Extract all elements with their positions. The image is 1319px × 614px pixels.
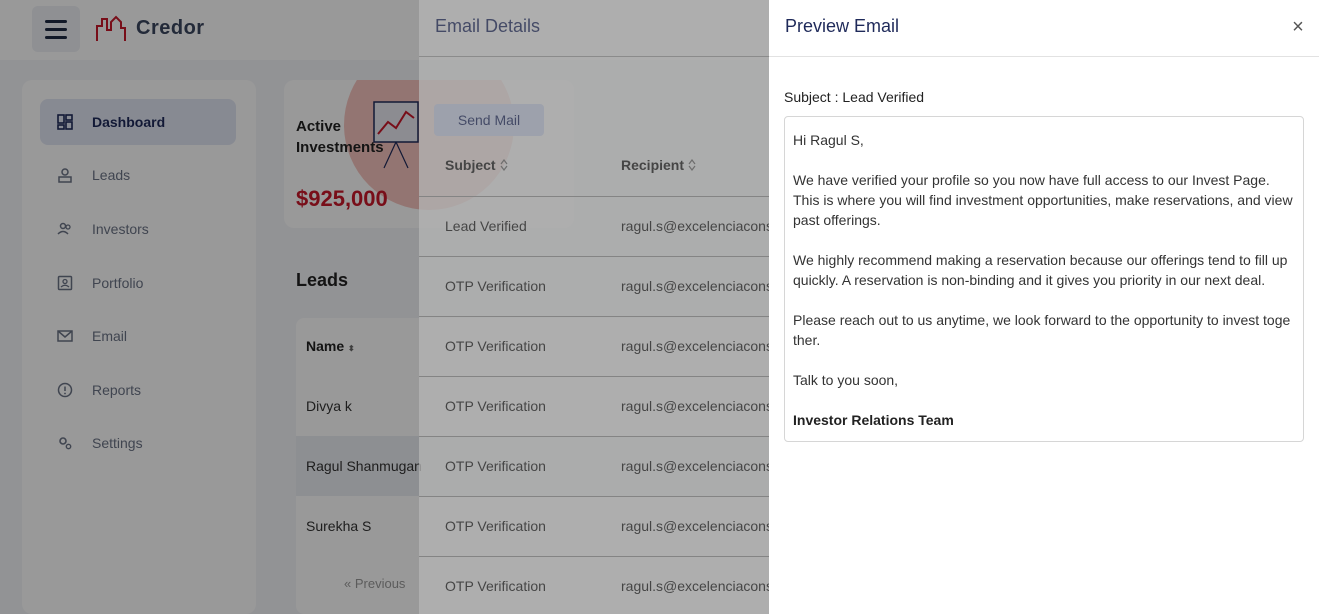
- email-closing: Talk to you soon,: [793, 372, 899, 388]
- email-signature: Investor Relations Team: [793, 412, 954, 428]
- email-paragraph: We have verified your profile so you now…: [793, 172, 1293, 228]
- email-subject-line: Subject : Lead Verified: [784, 89, 925, 105]
- close-icon[interactable]: ×: [1287, 16, 1309, 38]
- email-body: Hi Ragul S, We have verified your profil…: [784, 116, 1304, 442]
- email-details-panel: Email Details Send Mail Subject Recipien…: [419, 0, 773, 614]
- email-greeting: Hi Ragul S,: [793, 132, 864, 148]
- preview-email-panel: Preview Email × Subject : Lead Verified …: [769, 0, 1319, 614]
- divider: [769, 56, 1319, 57]
- email-paragraph: We highly recommend making a reservation…: [793, 252, 1288, 288]
- preview-email-title: Preview Email: [785, 16, 900, 36]
- email-paragraph: Please reach out to us anytime, we look …: [793, 312, 1291, 348]
- details-dim-overlay: [419, 0, 769, 614]
